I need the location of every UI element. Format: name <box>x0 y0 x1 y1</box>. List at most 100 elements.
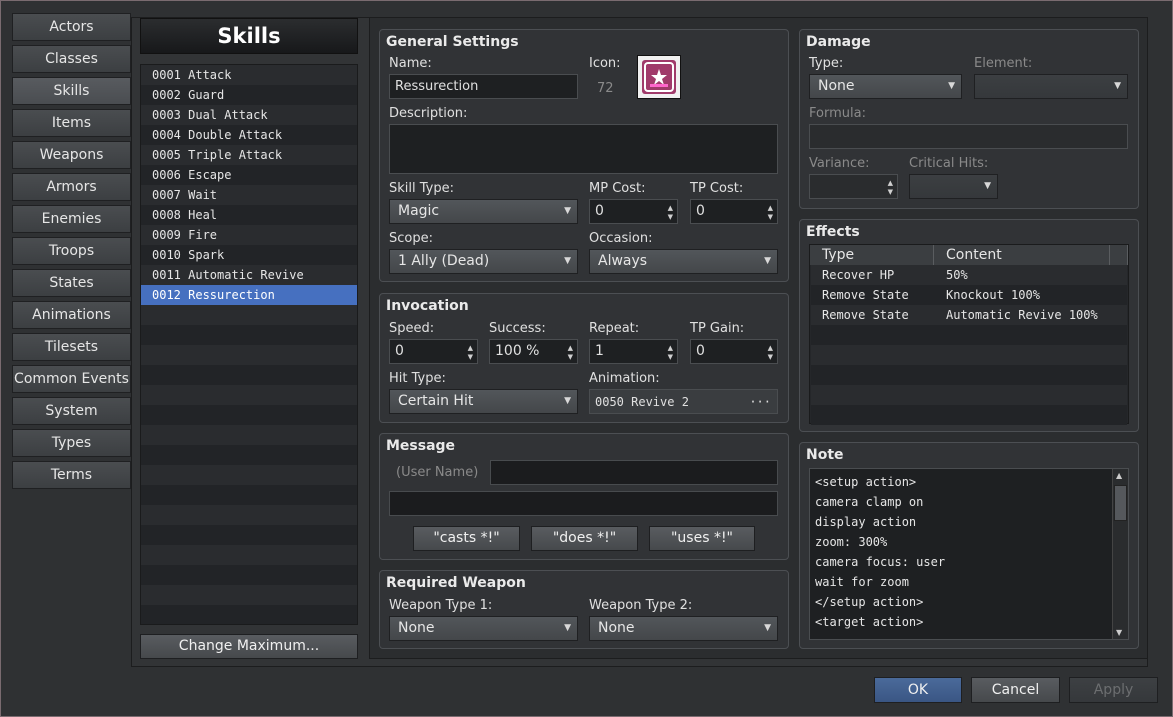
spin-up-icon[interactable]: ▲ <box>668 204 673 212</box>
list-item[interactable] <box>141 385 357 405</box>
nav-item-terms[interactable]: Terms <box>12 461 131 489</box>
list-item[interactable]: 0004 Double Attack <box>141 125 357 145</box>
table-row[interactable]: Recover HP 50% <box>811 265 1127 285</box>
list-item[interactable]: 0006 Escape <box>141 165 357 185</box>
mp-cost-spinner[interactable]: 0 ▲ ▼ <box>589 199 678 224</box>
list-item[interactable]: 0005 Triple Attack <box>141 145 357 165</box>
formula-input[interactable] <box>809 124 1128 149</box>
table-row[interactable]: Remove State Knockout 100% <box>811 285 1127 305</box>
skill-type-select[interactable]: Magic ▼ <box>389 199 578 224</box>
nav-item-states[interactable]: States <box>12 269 131 297</box>
apply-button[interactable]: Apply <box>1069 677 1158 703</box>
variance-spinner[interactable]: ▲ ▼ <box>809 174 898 199</box>
table-row[interactable] <box>811 385 1127 405</box>
spin-down-icon[interactable]: ▼ <box>468 353 473 361</box>
occasion-select[interactable]: Always ▼ <box>589 249 778 274</box>
animation-browse-button[interactable]: ··· <box>749 390 771 413</box>
animation-field[interactable]: 0050 Revive 2 ··· <box>589 389 778 414</box>
list-item[interactable] <box>141 505 357 525</box>
note-textarea[interactable]: <setup action> camera clamp on display act… <box>809 468 1129 640</box>
weapon-type1-select[interactable]: None ▼ <box>389 616 578 641</box>
scroll-thumb[interactable] <box>1114 485 1127 521</box>
element-select[interactable]: ▼ <box>974 74 1128 99</box>
list-item[interactable]: 0008 Heal <box>141 205 357 225</box>
casts-button[interactable]: "casts *!" <box>413 526 520 551</box>
repeat-spinner[interactable]: 1 ▲ ▼ <box>589 339 678 364</box>
list-item[interactable] <box>141 525 357 545</box>
scope-select[interactable]: 1 Ally (Dead) ▼ <box>389 249 578 274</box>
list-item[interactable] <box>141 465 357 485</box>
effects-col-content[interactable]: Content <box>934 245 1110 265</box>
spin-up-icon[interactable]: ▲ <box>888 179 893 187</box>
list-item[interactable] <box>141 325 357 345</box>
nav-item-tilesets[interactable]: Tilesets <box>12 333 131 361</box>
nav-item-types[interactable]: Types <box>12 429 131 457</box>
spin-down-icon[interactable]: ▼ <box>768 213 773 221</box>
nav-item-system[interactable]: System <box>12 397 131 425</box>
spin-up-icon[interactable]: ▲ <box>768 344 773 352</box>
spin-up-icon[interactable]: ▲ <box>668 344 673 352</box>
description-input[interactable] <box>389 124 778 174</box>
message-line2-input[interactable] <box>389 491 778 516</box>
nav-item-classes[interactable]: Classes <box>12 45 131 73</box>
tp-cost-spinner[interactable]: 0 ▲ ▼ <box>690 199 778 224</box>
list-item[interactable]: 0011 Automatic Revive <box>141 265 357 285</box>
name-input[interactable]: Ressurection <box>389 74 578 99</box>
list-item[interactable]: 0002 Guard <box>141 85 357 105</box>
list-item[interactable] <box>141 305 357 325</box>
cancel-button[interactable]: Cancel <box>971 677 1060 703</box>
does-button[interactable]: "does *!" <box>531 526 638 551</box>
nav-item-items[interactable]: Items <box>12 109 131 137</box>
nav-item-common-events[interactable]: Common Events <box>12 365 131 393</box>
spin-up-icon[interactable]: ▲ <box>568 344 573 352</box>
spin-up-icon[interactable]: ▲ <box>468 344 473 352</box>
list-item[interactable] <box>141 565 357 585</box>
nav-item-enemies[interactable]: Enemies <box>12 205 131 233</box>
table-row[interactable]: Remove State Automatic Revive 100% <box>811 305 1127 325</box>
change-maximum-button[interactable]: Change Maximum... <box>140 634 358 659</box>
scroll-down-icon[interactable]: ▼ <box>1116 628 1122 637</box>
list-item[interactable] <box>141 605 357 624</box>
list-item[interactable] <box>141 485 357 505</box>
spin-down-icon[interactable]: ▼ <box>668 213 673 221</box>
nav-item-armors[interactable]: Armors <box>12 173 131 201</box>
nav-item-troops[interactable]: Troops <box>12 237 131 265</box>
effects-col-type[interactable]: Type <box>810 245 934 265</box>
damage-type-select[interactable]: None ▼ <box>809 74 962 99</box>
nav-item-weapons[interactable]: Weapons <box>12 141 131 169</box>
list-item[interactable]: 0010 Spark <box>141 245 357 265</box>
list-item[interactable] <box>141 425 357 445</box>
list-item[interactable]: 0012 Ressurection <box>141 285 357 305</box>
list-item[interactable] <box>141 405 357 425</box>
scroll-up-icon[interactable]: ▲ <box>1116 471 1122 480</box>
table-row[interactable] <box>811 345 1127 365</box>
spin-up-icon[interactable]: ▲ <box>768 204 773 212</box>
ok-button[interactable]: OK <box>874 677 962 703</box>
table-row[interactable] <box>811 325 1127 345</box>
success-spinner[interactable]: 100 % ▲ ▼ <box>489 339 578 364</box>
list-item[interactable] <box>141 345 357 365</box>
list-item[interactable]: 0009 Fire <box>141 225 357 245</box>
hit-type-select[interactable]: Certain Hit ▼ <box>389 389 578 414</box>
table-row[interactable] <box>811 365 1127 385</box>
nav-item-animations[interactable]: Animations <box>12 301 131 329</box>
list-item[interactable]: 0001 Attack <box>141 65 357 85</box>
nav-item-actors[interactable]: Actors <box>12 13 131 41</box>
uses-button[interactable]: "uses *!" <box>649 526 755 551</box>
list-item[interactable]: 0003 Dual Attack <box>141 105 357 125</box>
note-scrollbar[interactable]: ▲ ▼ <box>1112 469 1128 639</box>
critical-hits-select[interactable]: ▼ <box>909 174 998 199</box>
skill-list[interactable]: 0001 Attack 0002 Guard 0003 Dual Attack 000… <box>140 64 358 625</box>
spin-down-icon[interactable]: ▼ <box>768 353 773 361</box>
spin-down-icon[interactable]: ▼ <box>668 353 673 361</box>
message-line1-input[interactable] <box>490 460 778 485</box>
list-item[interactable]: 0007 Wait <box>141 185 357 205</box>
spin-down-icon[interactable]: ▼ <box>888 188 893 196</box>
nav-item-skills[interactable]: Skills <box>12 77 131 105</box>
list-item[interactable] <box>141 545 357 565</box>
spin-down-icon[interactable]: ▼ <box>568 353 573 361</box>
speed-spinner[interactable]: 0 ▲ ▼ <box>389 339 478 364</box>
tp-gain-spinner[interactable]: 0 ▲ ▼ <box>690 339 778 364</box>
icon-picker[interactable] <box>637 55 681 99</box>
list-item[interactable] <box>141 445 357 465</box>
